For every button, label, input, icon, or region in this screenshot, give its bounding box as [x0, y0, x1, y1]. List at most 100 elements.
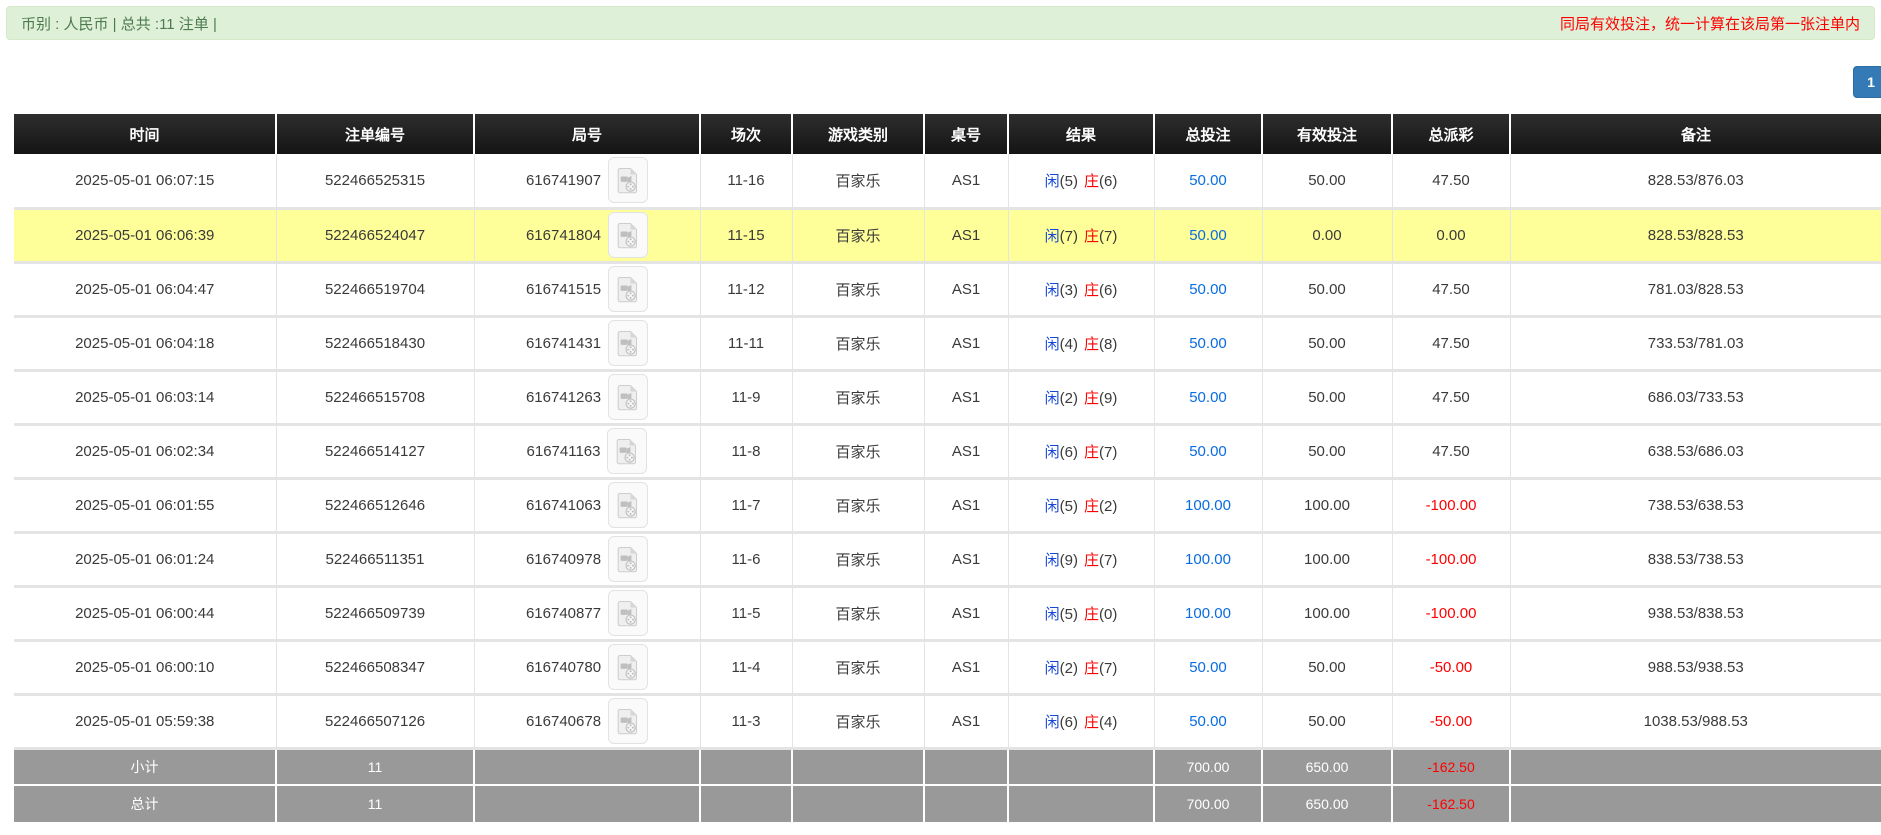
cell-remark: 738.53/638.53 [1510, 478, 1881, 532]
cell-session: 11-5 [700, 586, 792, 640]
video-replay-icon[interactable] [608, 644, 648, 690]
round-id-text: 616740678 [526, 713, 601, 730]
cell-table-no: AS1 [924, 154, 1008, 208]
cell-remark: 781.03/828.53 [1510, 262, 1881, 316]
result-banker-score: (7) [1099, 660, 1117, 677]
cell-round-id: 616740780 [474, 640, 700, 694]
cell-result: 闲(5)庄(2) [1008, 478, 1154, 532]
video-replay-icon[interactable] [608, 157, 648, 203]
cell-time: 2025-05-01 06:01:24 [14, 532, 276, 586]
cell-payout: -100.00 [1392, 478, 1510, 532]
video-replay-icon[interactable] [608, 320, 648, 366]
cell-bet-id: 522466518430 [276, 316, 474, 370]
cell-time: 2025-05-01 05:59:38 [14, 694, 276, 748]
cell-result: 闲(7)庄(7) [1008, 208, 1154, 262]
cell-table-no: AS1 [924, 424, 1008, 478]
total-bet-link[interactable]: 50.00 [1189, 281, 1227, 298]
result-player-label: 闲 [1045, 282, 1060, 299]
cell-payout: -50.00 [1392, 640, 1510, 694]
cell-table-no: AS1 [924, 640, 1008, 694]
cell-game-type: 百家乐 [792, 532, 924, 586]
col-header-result: 结果 [1008, 114, 1154, 154]
video-replay-icon[interactable] [608, 212, 648, 258]
cell-round-id: 616741063 [474, 478, 700, 532]
cell-payout: 47.50 [1392, 424, 1510, 478]
cell-remark: 828.53/828.53 [1510, 208, 1881, 262]
total-bet-link[interactable]: 100.00 [1185, 551, 1231, 568]
result-banker-score: (9) [1099, 390, 1117, 407]
total-empty-cell [924, 785, 1008, 822]
cell-result: 闲(6)庄(7) [1008, 424, 1154, 478]
video-replay-icon[interactable] [608, 374, 648, 420]
total-bet-link[interactable]: 50.00 [1189, 389, 1227, 406]
cell-table-no: AS1 [924, 478, 1008, 532]
subtotal-count: 11 [276, 748, 474, 785]
cell-result: 闲(9)庄(7) [1008, 532, 1154, 586]
cell-total-bet: 50.00 [1154, 262, 1262, 316]
result-banker-label: 庄 [1084, 606, 1099, 623]
total-bet-link[interactable]: 50.00 [1189, 659, 1227, 676]
subtotal-row: 小计 11 700.00 650.00 -162.50 [14, 748, 1881, 785]
total-bet-link[interactable]: 50.00 [1189, 443, 1227, 460]
round-id-text: 616740780 [526, 659, 601, 676]
result-player-label: 闲 [1045, 552, 1060, 569]
cell-valid-bet: 50.00 [1262, 640, 1392, 694]
result-banker-score: (2) [1099, 498, 1117, 515]
cell-total-bet: 50.00 [1154, 424, 1262, 478]
video-replay-icon[interactable] [608, 536, 648, 582]
cell-payout: 47.50 [1392, 262, 1510, 316]
result-banker-label: 庄 [1084, 552, 1099, 569]
total-bet-link[interactable]: 100.00 [1185, 605, 1231, 622]
result-banker-label: 庄 [1084, 336, 1099, 353]
subtotal-empty-cell [1008, 748, 1154, 785]
cell-payout: -100.00 [1392, 532, 1510, 586]
total-bet-link[interactable]: 50.00 [1189, 335, 1227, 352]
pagination-page-button[interactable]: 1 [1853, 66, 1881, 98]
total-bet-link[interactable]: 50.00 [1189, 713, 1227, 730]
round-id-text: 616740877 [526, 605, 601, 622]
video-replay-icon[interactable] [608, 698, 648, 744]
col-header-round-id: 局号 [474, 114, 700, 154]
cell-bet-id: 522466511351 [276, 532, 474, 586]
total-empty-cell [792, 785, 924, 822]
cell-time: 2025-05-01 06:04:18 [14, 316, 276, 370]
table-header: 时间 注单编号 局号 场次 游戏类别 桌号 结果 总投注 有效投注 总派彩 备注 [14, 114, 1881, 154]
cell-round-id: 616740678 [474, 694, 700, 748]
result-banker-label: 庄 [1084, 282, 1099, 299]
table-row: 2025-05-01 06:00:10 522466508347 6167407… [14, 640, 1881, 694]
cell-remark: 638.53/686.03 [1510, 424, 1881, 478]
result-banker-score: (0) [1099, 606, 1117, 623]
total-bet-link[interactable]: 100.00 [1185, 497, 1231, 514]
cell-bet-id: 522466519704 [276, 262, 474, 316]
cell-game-type: 百家乐 [792, 370, 924, 424]
bet-records-table: 时间 注单编号 局号 场次 游戏类别 桌号 结果 总投注 有效投注 总派彩 备注… [14, 114, 1881, 822]
cell-session: 11-6 [700, 532, 792, 586]
result-banker-score: (6) [1099, 282, 1117, 299]
col-header-session: 场次 [700, 114, 792, 154]
cell-valid-bet: 50.00 [1262, 424, 1392, 478]
currency-summary-text: 币别 : 人民币 | 总共 :11 注单 | [21, 13, 217, 34]
video-replay-icon[interactable] [608, 266, 648, 312]
cell-result: 闲(2)庄(9) [1008, 370, 1154, 424]
video-replay-icon[interactable] [608, 482, 648, 528]
table-row: 2025-05-01 06:00:44 522466509739 6167408… [14, 586, 1881, 640]
total-bet-link[interactable]: 50.00 [1189, 227, 1227, 244]
cell-session: 11-16 [700, 154, 792, 208]
col-header-time: 时间 [14, 114, 276, 154]
cell-result: 闲(5)庄(6) [1008, 154, 1154, 208]
subtotal-total-bet: 700.00 [1154, 748, 1262, 785]
cell-bet-id: 522466508347 [276, 640, 474, 694]
total-empty-cell [1510, 785, 1881, 822]
cell-game-type: 百家乐 [792, 694, 924, 748]
result-banker-score: (7) [1099, 552, 1117, 569]
cell-bet-id: 522466507126 [276, 694, 474, 748]
video-replay-icon[interactable] [608, 590, 648, 636]
subtotal-label: 小计 [14, 748, 276, 785]
total-row: 总计 11 700.00 650.00 -162.50 [14, 785, 1881, 822]
video-replay-icon[interactable] [607, 428, 647, 474]
cell-round-id: 616740877 [474, 586, 700, 640]
cell-game-type: 百家乐 [792, 640, 924, 694]
result-player-label: 闲 [1045, 173, 1060, 190]
total-bet-link[interactable]: 50.00 [1189, 172, 1227, 189]
total-label: 总计 [14, 785, 276, 822]
